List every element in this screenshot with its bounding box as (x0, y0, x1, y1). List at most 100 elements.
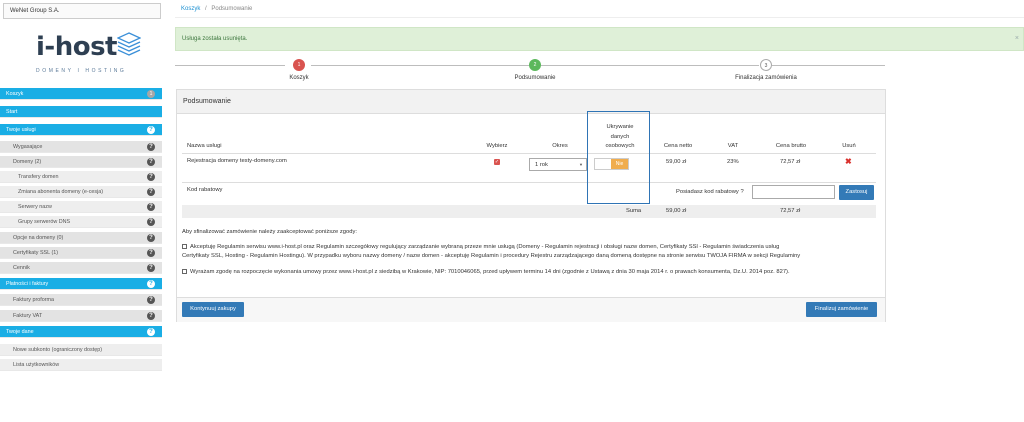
sidebar-item-cennik[interactable]: Cennik ? (0, 262, 162, 274)
step-line (541, 65, 759, 66)
chevron-down-icon: ▼ (579, 162, 583, 167)
divider (182, 153, 876, 154)
sum-label: Suma (626, 208, 642, 214)
apply-coupon-button[interactable]: Zastosuj (839, 185, 874, 200)
question-icon[interactable]: ? (147, 264, 155, 272)
coupon-input[interactable] (752, 185, 835, 199)
consents-intro: Aby sfinalizować zamówienie należy zaakc… (182, 229, 357, 235)
sidebar: WeNet Group S.A. i-host DOMENY I HOSTING… (0, 0, 165, 422)
alert-message: Usługa została usunięta. (182, 36, 248, 42)
privacy-column-highlight (587, 111, 650, 204)
sidebar-item-lista-uzytkownikow[interactable]: Lista użytkowników (0, 359, 162, 371)
period-select[interactable]: 1 rok ▼ (529, 158, 587, 171)
question-icon[interactable]: ? (147, 280, 155, 288)
sidebar-item-wygasajace[interactable]: Wygasające ? (0, 141, 162, 153)
divider (182, 182, 876, 183)
step-line (175, 65, 285, 66)
checkout-steps: 1 Koszyk 2 Podsumowanie 3 Finalizacja za… (175, 57, 885, 87)
logo-tagline: DOMENY I HOSTING (36, 68, 127, 74)
breadcrumb: Koszyk / Podsumowanie (175, 0, 1024, 18)
sidebar-item-label: Twoje usługi (6, 127, 36, 133)
consent-terms-text-1: Akceptuję Regulamin serwisu www.i-host.p… (190, 244, 780, 250)
question-icon[interactable]: ? (147, 126, 155, 134)
consent-withdrawal-checkbox[interactable] (182, 269, 187, 274)
sum-net: 59,00 zł (666, 208, 687, 214)
sidebar-item-twoje-uslugi[interactable]: Twoje usługi ? (0, 124, 162, 136)
breadcrumb-separator: / (205, 6, 207, 12)
col-vat: VAT (727, 143, 739, 149)
sidebar-item-transfery[interactable]: Transfery domen ? (0, 171, 162, 183)
step-line (311, 65, 529, 66)
col-gross: Cena brutto (775, 143, 807, 149)
sidebar-item-twoje-dane[interactable]: Twoje dane ? (0, 326, 162, 338)
consent-terms-checkbox[interactable] (182, 244, 187, 249)
sidebar-item-ecesja[interactable]: Zmiana abonenta domeny (e-cesja) ? (0, 186, 162, 198)
sidebar-item-label: Domeny (2) (13, 159, 42, 165)
sidebar-item-opcje-domeny[interactable]: Opcje na domeny (0) ? (0, 232, 162, 244)
coupon-question: Posiadasz kod rabatowy ? (676, 189, 744, 195)
col-net: Cena netto (663, 143, 693, 149)
sum-row (182, 205, 876, 218)
col-period: Okres (552, 143, 568, 149)
sidebar-item-domeny[interactable]: Domeny (2) ? (0, 156, 162, 168)
step-2-circle: 2 (529, 59, 541, 71)
breadcrumb-link-koszyk[interactable]: Koszyk (181, 6, 200, 12)
sidebar-item-grupy-dns[interactable]: Grupy serwerów DNS ? (0, 216, 162, 228)
step-3-label: Finalizacja zamówienia (735, 75, 797, 81)
sidebar-item-label: Wygasające (13, 144, 43, 150)
question-icon[interactable]: ? (147, 143, 155, 151)
sidebar-item-platnosci[interactable]: Płatności i faktury ? (0, 278, 162, 290)
col-name: Nazwa usługi (187, 143, 222, 149)
sidebar-item-koszyk[interactable]: Koszyk 1 (0, 88, 162, 100)
logo[interactable]: i-host DOMENY I HOSTING (0, 28, 165, 80)
sidebar-item-label: Faktury VAT (13, 313, 43, 319)
breadcrumb-current: Podsumowanie (211, 6, 253, 12)
sidebar-item-label: Koszyk (6, 91, 24, 97)
consent-terms: Akceptuję Regulamin serwisu www.i-host.p… (182, 243, 882, 252)
sidebar-item-label: Grupy serwerów DNS (18, 219, 71, 225)
question-icon[interactable]: ? (147, 249, 155, 257)
sidebar-item-nowe-subkonto[interactable]: Nowe subkonto (ograniczony dostęp) (0, 344, 162, 356)
panel-title: Podsumowanie (177, 90, 885, 114)
consent-withdrawal: Wyrażam zgodę na rozpoczęcie wykonania u… (182, 268, 882, 277)
sidebar-item-certyfikaty-ssl[interactable]: Certyfikaty SSL (1) ? (0, 247, 162, 259)
question-icon[interactable]: ? (147, 218, 155, 226)
success-alert: Usługa została usunięta. × (175, 27, 1024, 51)
coupon-label: Kod rabatowy (187, 187, 223, 193)
sidebar-item-faktury-proforma[interactable]: Faktury proforma ? (0, 294, 162, 306)
sidebar-item-label: Faktury proforma (13, 297, 55, 303)
question-icon[interactable]: ? (147, 234, 155, 242)
sidebar-item-label: Nowe subkonto (ograniczony dostęp) (13, 347, 102, 353)
panel-footer (177, 297, 885, 322)
sidebar-item-label: Transfery domen (18, 174, 59, 180)
question-icon[interactable]: ? (147, 312, 155, 320)
question-icon[interactable]: ? (147, 188, 155, 196)
select-checkbox[interactable]: ✓ (494, 159, 500, 165)
server-stack-icon (117, 32, 141, 56)
sidebar-item-start[interactable]: Start (0, 106, 162, 118)
company-selector[interactable]: WeNet Group S.A. (3, 3, 161, 19)
sidebar-item-serwery-nazw[interactable]: Serwery nazw ? (0, 201, 162, 213)
finalize-order-button[interactable]: Finalizuj zamówienie (806, 302, 877, 317)
sidebar-item-label: Twoje dane (6, 329, 34, 335)
step-1-circle[interactable]: 1 (293, 59, 305, 71)
question-icon[interactable]: ? (147, 158, 155, 166)
step-line (772, 65, 885, 66)
logo-name: i-host (36, 32, 117, 62)
sidebar-item-label: Zmiana abonenta domeny (e-cesja) (18, 189, 104, 195)
delete-icon[interactable]: ✖ (845, 157, 852, 166)
price-gross: 72,57 zł (780, 159, 801, 165)
question-icon[interactable]: ? (147, 296, 155, 304)
close-icon[interactable]: × (1015, 35, 1019, 42)
col-select: Wybierz (486, 143, 508, 149)
question-icon[interactable]: ? (147, 328, 155, 336)
sum-gross: 72,57 zł (780, 208, 801, 214)
sidebar-item-label: Certyfikaty SSL (1) (13, 250, 59, 256)
sidebar-item-faktury-vat[interactable]: Faktury VAT ? (0, 310, 162, 322)
period-value: 1 rok (535, 162, 548, 168)
continue-shopping-button[interactable]: Kontynuuj zakupy (182, 302, 244, 317)
question-icon[interactable]: ? (147, 203, 155, 211)
step-2-label: Podsumowanie (514, 75, 556, 81)
question-icon[interactable]: ? (147, 173, 155, 181)
step-3-circle: 3 (760, 59, 772, 71)
